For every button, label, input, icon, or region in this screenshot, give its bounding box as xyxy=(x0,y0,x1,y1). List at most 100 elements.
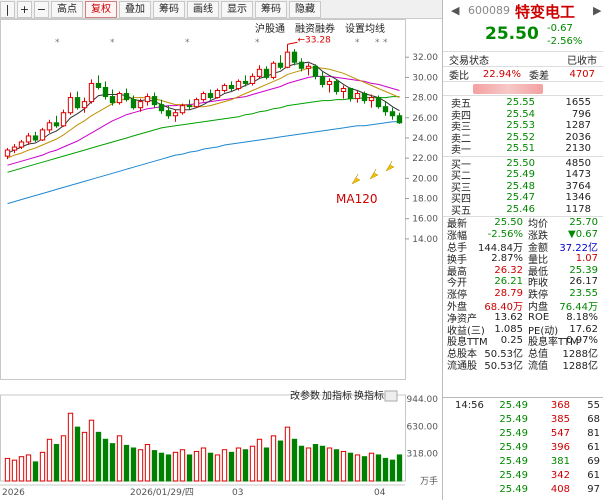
volume-bar[interactable] xyxy=(200,447,207,482)
candle-body[interactable] xyxy=(305,65,312,69)
volume-bar[interactable] xyxy=(207,452,214,482)
volume-bar[interactable] xyxy=(277,440,284,482)
candle-body[interactable] xyxy=(382,106,389,113)
candle-body[interactable] xyxy=(361,93,368,102)
tick-list[interactable]: 14:56 25.49 368 55 25.49 385 68 25.49 547 81 25.49… xyxy=(443,397,603,496)
candle-body[interactable] xyxy=(25,135,32,143)
volume-bar[interactable] xyxy=(221,449,228,482)
candle-body[interactable] xyxy=(284,51,291,68)
candle-body[interactable] xyxy=(375,97,382,108)
volume-bar[interactable] xyxy=(368,452,375,482)
candle-body[interactable] xyxy=(207,93,214,99)
volume-bar[interactable] xyxy=(4,457,11,482)
candle-body[interactable] xyxy=(263,68,270,78)
event-star-icon[interactable]: * xyxy=(355,38,360,48)
indicator-menu-icon[interactable] xyxy=(384,390,398,402)
event-star-icon[interactable]: * xyxy=(255,38,260,48)
volume-bar[interactable] xyxy=(333,449,340,482)
candle-body[interactable] xyxy=(11,146,18,151)
event-star-icon[interactable]: * xyxy=(110,38,115,48)
volume-bar[interactable] xyxy=(18,456,25,482)
candle-body[interactable] xyxy=(249,75,256,84)
volume-bar[interactable] xyxy=(137,449,144,482)
candle-body[interactable] xyxy=(39,129,46,141)
volume-bar[interactable] xyxy=(67,412,74,482)
candle-body[interactable] xyxy=(396,115,403,124)
candle-body[interactable] xyxy=(95,82,102,88)
candle-body[interactable] xyxy=(165,110,172,117)
volume-bar[interactable] xyxy=(11,459,18,482)
volume-bar[interactable] xyxy=(144,444,151,482)
volume-bar[interactable] xyxy=(32,461,39,482)
candle-body[interactable] xyxy=(67,97,74,114)
candle-body[interactable] xyxy=(102,86,109,98)
volume-bar[interactable] xyxy=(298,445,305,482)
candle-body[interactable] xyxy=(270,62,277,78)
candle-body[interactable] xyxy=(235,80,242,89)
kline-chart[interactable]: 32.00 30.00 28.00 26.00 24.00 22.00 20.00 18.00… xyxy=(0,19,442,500)
toolbar-button-8[interactable]: 显示 xyxy=(221,0,253,18)
candle-body[interactable] xyxy=(179,105,186,114)
volume-bar[interactable] xyxy=(375,454,382,482)
volume-bar[interactable] xyxy=(123,444,130,482)
volume-bar[interactable] xyxy=(319,445,326,482)
volume-bar[interactable] xyxy=(158,452,165,482)
candle-body[interactable] xyxy=(340,87,347,93)
candle-body[interactable] xyxy=(193,99,200,108)
candle-body[interactable] xyxy=(172,112,179,117)
candle-body[interactable] xyxy=(32,135,39,141)
tick-row[interactable]: 25.49 547 81 xyxy=(443,426,603,440)
candle-body[interactable] xyxy=(221,84,228,92)
candle-body[interactable] xyxy=(291,51,298,63)
volume-bar[interactable] xyxy=(354,454,361,482)
event-star-icon[interactable]: * xyxy=(375,38,380,48)
candle-body[interactable] xyxy=(242,80,249,84)
toolbar-button-0[interactable]: | xyxy=(0,0,15,18)
volume-bar[interactable] xyxy=(109,443,116,482)
volume-bar[interactable] xyxy=(193,450,200,482)
kline-svg[interactable]: 32.00 30.00 28.00 26.00 24.00 22.00 20.00 18.00… xyxy=(0,19,442,500)
candle-body[interactable] xyxy=(18,141,25,148)
candle-body[interactable] xyxy=(137,101,144,109)
toolbar-button-10[interactable]: 隐藏 xyxy=(289,0,321,18)
volume-bar[interactable] xyxy=(291,438,298,482)
candle-body[interactable] xyxy=(74,97,81,109)
volume-bar[interactable] xyxy=(361,456,368,482)
volume-bar[interactable] xyxy=(305,447,312,482)
candle-body[interactable] xyxy=(256,68,263,77)
volume-bar[interactable] xyxy=(382,457,389,482)
volume-bar[interactable] xyxy=(116,435,123,482)
indicator-button-1[interactable]: 加指标 xyxy=(322,389,352,402)
volume-bar[interactable] xyxy=(88,419,95,482)
volume-bar[interactable] xyxy=(389,459,396,482)
ad-banner[interactable] xyxy=(443,82,603,96)
volume-bar[interactable] xyxy=(263,447,270,482)
candle-body[interactable] xyxy=(88,82,95,103)
candle-body[interactable] xyxy=(109,96,116,104)
toolbar-button-9[interactable]: 筹码 xyxy=(255,0,287,18)
volume-bar[interactable] xyxy=(256,438,263,482)
candle-body[interactable] xyxy=(81,101,88,109)
volume-bar[interactable] xyxy=(172,451,179,482)
event-star-icon[interactable]: * xyxy=(185,38,190,48)
volume-bar[interactable] xyxy=(95,431,102,482)
candle-body[interactable] xyxy=(186,105,193,108)
volume-bar[interactable] xyxy=(130,447,137,482)
volume-bar[interactable] xyxy=(284,426,291,482)
volume-bar[interactable] xyxy=(228,451,235,482)
volume-bar[interactable] xyxy=(81,431,88,482)
tick-row[interactable]: 25.49 385 68 xyxy=(443,412,603,426)
toolbar-button-6[interactable]: 筹码 xyxy=(153,0,185,18)
candle-body[interactable] xyxy=(123,93,130,101)
volume-bar[interactable] xyxy=(60,435,67,482)
candle-body[interactable] xyxy=(312,65,319,77)
volume-bar[interactable] xyxy=(46,438,53,482)
volume-bar[interactable] xyxy=(214,454,221,482)
candle-body[interactable] xyxy=(214,90,221,99)
volume-bar[interactable] xyxy=(347,452,354,482)
volume-bar[interactable] xyxy=(102,438,109,482)
candle-body[interactable] xyxy=(46,122,53,131)
prev-stock-icon[interactable]: ◀ xyxy=(451,4,459,17)
volume-bar[interactable] xyxy=(186,454,193,482)
tick-row[interactable]: 14:56 25.49 368 55 xyxy=(443,398,603,412)
